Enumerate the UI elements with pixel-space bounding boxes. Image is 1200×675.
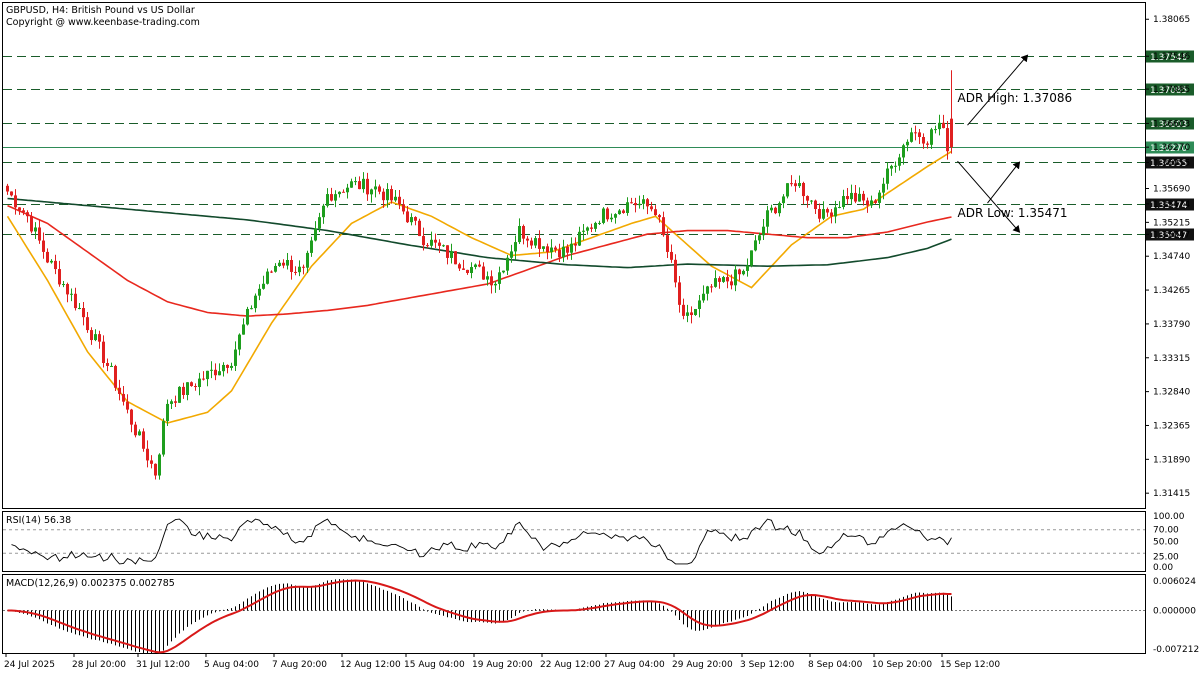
time-tick-label: 3 Sep 12:00 xyxy=(740,660,795,670)
price-tick-label: 1.32840 xyxy=(1153,388,1190,398)
candle xyxy=(454,251,457,265)
time-tick-label: 15 Sep 12:00 xyxy=(940,660,1000,670)
candle xyxy=(142,428,145,452)
time-axis: 24 Jul 2025 28 Jul 20:00 31 Jul 12:00 5 Aug… xyxy=(4,653,1000,670)
chart-canvas: 1.37546 1.37085 1.36603 1.36055 1.35474 1.350… xyxy=(2,2,1199,670)
price-tick-label: 1.35047 xyxy=(1153,230,1190,240)
price-tick-label: 1.31415 xyxy=(1153,489,1190,499)
candle xyxy=(162,418,165,457)
candle xyxy=(602,207,605,225)
price-tick-label: 1.38065 xyxy=(1153,15,1190,25)
time-tick-label: 7 Aug 20:00 xyxy=(272,660,327,670)
candle xyxy=(774,206,777,215)
price-tick-label: 1.34740 xyxy=(1153,252,1190,262)
time-tick-label: 24 Jul 2025 xyxy=(4,660,55,670)
price-tick-label: 1.36603 xyxy=(1153,119,1190,129)
time-tick-label: 29 Aug 20:00 xyxy=(672,660,733,670)
price-tick-label: 1.33315 xyxy=(1153,354,1190,364)
macd-tick-label: -0.007212 xyxy=(1153,645,1199,655)
adr-high-label: ADR High: 1.37086 xyxy=(958,91,1073,105)
rsi-tick-label: 100.00 xyxy=(1153,512,1185,522)
price-tick-label: 1.35474 xyxy=(1153,200,1190,210)
candle xyxy=(694,308,697,316)
time-tick-label: 22 Aug 12:00 xyxy=(540,660,601,670)
rsi-tick-label: 0.00 xyxy=(1153,563,1173,573)
macd-tick-label: 0.000000 xyxy=(1153,606,1196,616)
adr-low-label: ADR Low: 1.35471 xyxy=(958,206,1068,220)
rsi-tick-label: 70.00 xyxy=(1153,526,1179,536)
price-tick-label: 1.36055 xyxy=(1153,158,1190,168)
rsi-tick-label: 25.00 xyxy=(1153,552,1179,562)
time-tick-label: 10 Sep 20:00 xyxy=(872,660,932,670)
rsi-tick-label: 50.00 xyxy=(1153,538,1179,548)
copyright-text: Copyright @ www.keenbase-trading.com xyxy=(6,17,200,28)
price-tick-label: 1.37546 xyxy=(1153,52,1190,62)
price-tick-label: 1.35215 xyxy=(1153,218,1190,228)
time-tick-label: 15 Aug 04:00 xyxy=(404,660,465,670)
time-tick-label: 27 Aug 04:00 xyxy=(604,660,665,670)
candle xyxy=(786,183,789,199)
price-tick-label: 1.32365 xyxy=(1153,421,1190,431)
price-tick-label: 1.37085 xyxy=(1153,85,1190,95)
main-panel xyxy=(2,2,1146,509)
candle xyxy=(178,386,181,403)
macd-header: MACD(12,26,9) 0.002375 0.002785 xyxy=(6,578,175,589)
time-tick-label: 12 Aug 12:00 xyxy=(340,660,401,670)
candle xyxy=(750,250,753,268)
rsi-header: RSI(14) 56.38 xyxy=(6,515,71,526)
candle xyxy=(114,364,117,391)
price-tick-label: 1.34265 xyxy=(1153,286,1190,296)
price-tick-label: 1.31890 xyxy=(1153,455,1190,465)
time-tick-label: 19 Aug 20:00 xyxy=(472,660,533,670)
time-tick-label: 31 Jul 12:00 xyxy=(136,660,190,670)
macd-tick-label: 0.006024 xyxy=(1153,577,1196,587)
chart-title: GBPUSD, H4: British Pound vs US Dollar xyxy=(6,5,195,16)
candle xyxy=(418,218,421,237)
candle xyxy=(246,306,249,326)
time-tick-label: 5 Aug 04:00 xyxy=(204,660,259,670)
time-tick-label: 8 Sep 04:00 xyxy=(808,660,863,670)
price-tick-label: 1.36270 xyxy=(1153,143,1190,153)
price-tick-label: 1.35690 xyxy=(1153,185,1190,195)
time-tick-label: 28 Jul 20:00 xyxy=(72,660,126,670)
price-tick-label: 1.33790 xyxy=(1153,320,1190,330)
